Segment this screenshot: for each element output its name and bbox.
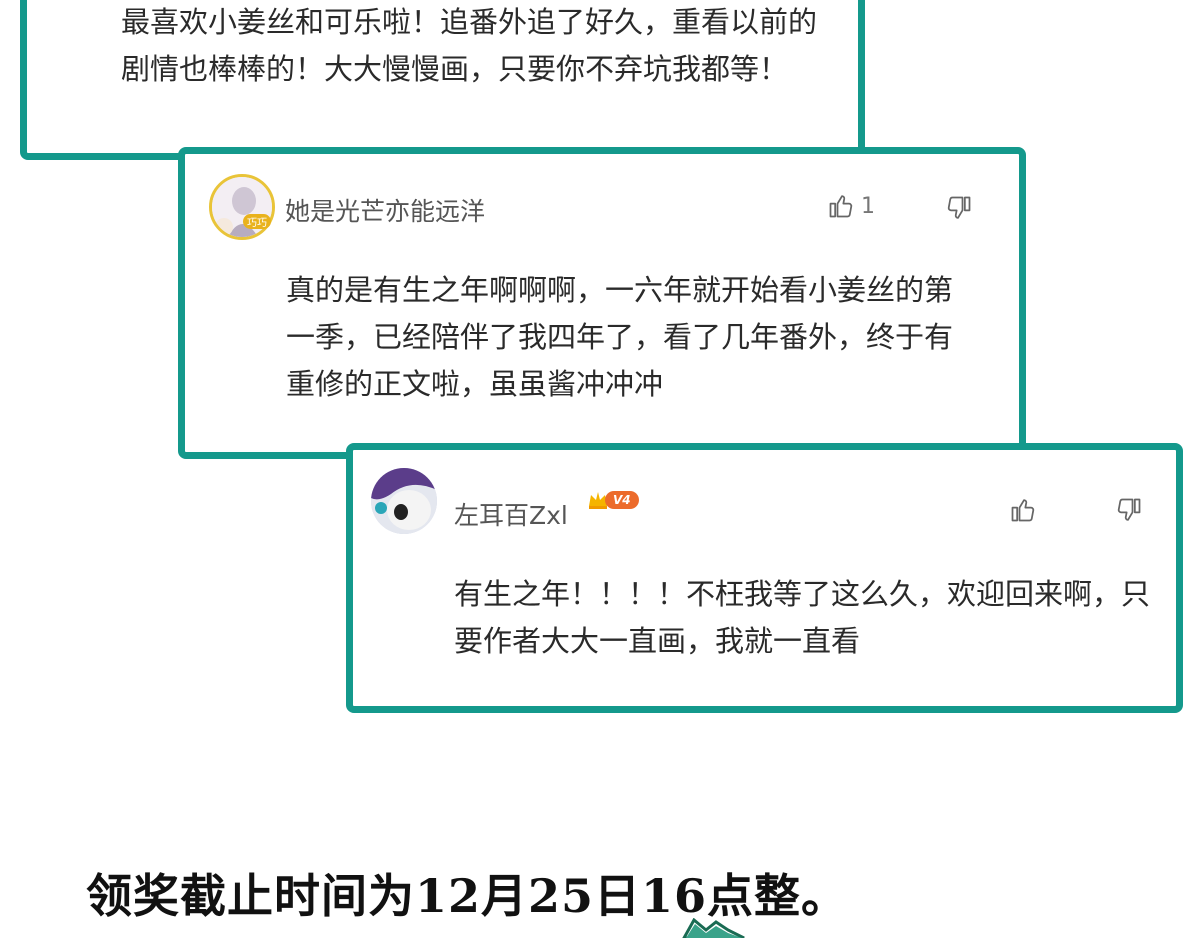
thumbs-down-icon <box>1117 498 1141 521</box>
thumbs-up-icon <box>1011 499 1035 522</box>
vip-level: V4 <box>605 491 639 509</box>
avatar[interactable] <box>371 468 437 534</box>
avatar[interactable] <box>209 174 275 240</box>
avatar-image-icon <box>371 468 437 534</box>
deadline-notice: 领奖截止时间为12月25日16点整。 <box>86 869 849 923</box>
like-count: 1 <box>861 193 875 219</box>
vip-badge: V4 <box>587 490 639 510</box>
comment-text: 最喜欢小姜丝和可乐啦！追番外追了好久，重看以前的剧情也棒棒的！大大慢慢画，只要你… <box>121 5 818 86</box>
comment-card-3: 左耳百Zxl V4 有生之年！！！！不枉我等了这么久，欢迎回来啊，只要作者大大一… <box>346 443 1183 713</box>
decorative-shape <box>682 918 745 938</box>
comment-text: 真的是有生之年啊啊啊，一六年就开始看小姜丝的第一季，已经陪伴了我四年了，看了几年… <box>286 273 954 401</box>
like-button[interactable] <box>1009 496 1037 524</box>
dislike-button[interactable] <box>1115 496 1143 528</box>
comment-card-1: 最喜欢小姜丝和可乐啦！追番外追了好久，重看以前的剧情也棒棒的！大大慢慢画，只要你… <box>20 0 865 160</box>
username[interactable]: 她是光芒亦能远洋 <box>285 192 485 228</box>
username[interactable]: 左耳百Zxl <box>454 496 568 532</box>
avatar-frame-tag: 巧巧 <box>243 214 271 229</box>
comment-text: 有生之年！！！！不枉我等了这么久，欢迎回来啊，只要作者大大一直画，我就一直看 <box>454 577 1151 658</box>
thumbs-down-icon <box>947 196 971 219</box>
dislike-button[interactable] <box>945 194 973 226</box>
like-button[interactable]: 1 <box>827 192 875 220</box>
comment-card-2: 巧巧 她是光芒亦能远洋 1 真的是有生之年啊啊啊，一六年就开始看小姜丝的第一季，… <box>178 147 1026 459</box>
thumbs-up-icon <box>829 195 853 218</box>
